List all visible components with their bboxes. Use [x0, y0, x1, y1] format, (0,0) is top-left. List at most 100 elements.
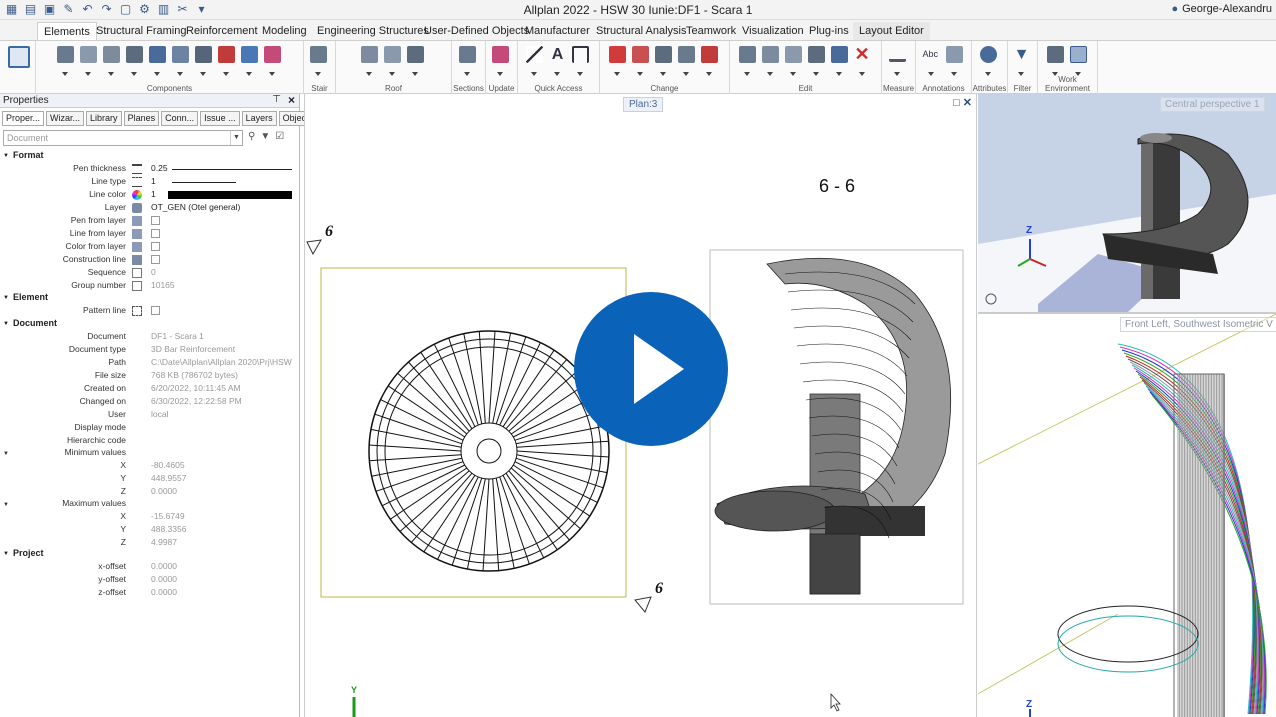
- window-button[interactable]: [217, 46, 237, 76]
- tab-connect[interactable]: Conn...: [161, 111, 199, 126]
- footing-button[interactable]: [125, 46, 145, 76]
- tab-properties[interactable]: Proper...: [2, 111, 45, 126]
- row-min-z: Z 0.0000: [120, 486, 177, 496]
- tab-library[interactable]: Library: [86, 111, 122, 126]
- measure-button[interactable]: [889, 46, 908, 76]
- section-project[interactable]: Project: [3, 548, 44, 558]
- section-element[interactable]: Element: [3, 292, 48, 302]
- pattern-line-checkbox[interactable]: [151, 306, 160, 315]
- tab-modeling[interactable]: Modeling: [256, 22, 313, 40]
- attributes-button[interactable]: [980, 46, 999, 76]
- wall-button[interactable]: [102, 46, 122, 76]
- row-pen-from-layer[interactable]: Pen from layer: [0, 215, 298, 227]
- user-account[interactable]: ● George-Alexandru: [1171, 3, 1272, 15]
- tab-layout-editor[interactable]: Layout Editor: [853, 22, 930, 40]
- work-environment-button[interactable]: [1046, 46, 1066, 76]
- color-layer-icon: [132, 242, 142, 252]
- tab-issue[interactable]: Issue ...: [200, 111, 240, 126]
- column-button[interactable]: [56, 46, 76, 76]
- scale-button[interactable]: [830, 46, 850, 76]
- tab-visualization[interactable]: Visualization: [736, 22, 810, 40]
- properties-palette: Properties ⊤ × Proper... Wizar... Librar…: [0, 93, 318, 717]
- section-mark-bottom: 6: [655, 580, 663, 597]
- polyline-button[interactable]: [678, 46, 697, 76]
- color-from-layer-checkbox[interactable]: [151, 242, 160, 251]
- copy-button[interactable]: [738, 46, 758, 76]
- pen-from-layer-checkbox[interactable]: [151, 216, 160, 225]
- object-selector[interactable]: Document ▼: [3, 130, 243, 146]
- tab-plug-ins[interactable]: Plug-ins: [803, 22, 855, 40]
- checkbox-icon[interactable]: ☑: [275, 131, 284, 142]
- roof-button[interactable]: [361, 46, 380, 76]
- dimension-button[interactable]: [572, 46, 591, 76]
- mirror-button[interactable]: [807, 46, 827, 76]
- update-button[interactable]: [492, 46, 511, 76]
- dormer-button[interactable]: [384, 46, 403, 76]
- row-pattern-line[interactable]: Pattern line: [0, 305, 298, 317]
- tab-layers[interactable]: Layers: [241, 111, 277, 126]
- tab-planes[interactable]: Planes: [123, 111, 160, 126]
- pin-icon[interactable]: ⊤: [272, 94, 281, 105]
- row-color-from-layer[interactable]: Color from layer: [0, 241, 298, 253]
- tab-reinforcement[interactable]: Reinforcement: [180, 22, 264, 40]
- tab-elements[interactable]: Elements: [37, 22, 97, 40]
- beam-button[interactable]: [148, 46, 168, 76]
- row-construction-line[interactable]: Construction line: [0, 254, 298, 266]
- label-button[interactable]: [945, 46, 965, 76]
- modify-component-button[interactable]: [263, 46, 283, 76]
- delete-button[interactable]: ✕: [854, 45, 873, 76]
- modify-points-button[interactable]: [655, 46, 674, 76]
- line-layer-icon: [132, 229, 142, 239]
- tab-wizards[interactable]: Wizar...: [46, 111, 85, 126]
- join-button[interactable]: [701, 46, 720, 76]
- view-cube-button[interactable]: [8, 46, 30, 76]
- slab-button[interactable]: [79, 46, 99, 76]
- rotate-button[interactable]: [784, 46, 804, 76]
- move-button[interactable]: [761, 46, 781, 76]
- viewport-layout-button[interactable]: [1069, 46, 1089, 76]
- row-layer[interactable]: Layer OT_GEN (Otel general): [0, 202, 298, 214]
- view-label-isometric[interactable]: Front Left, Southwest Isometric V: [1120, 317, 1276, 332]
- ribbon-group-quick-access: A Quick Access: [518, 41, 600, 94]
- line-from-layer-checkbox[interactable]: [151, 229, 160, 238]
- spell-check-button[interactable]: Abc: [923, 46, 942, 76]
- row-pen-thickness[interactable]: Pen thickness 0.25: [0, 163, 298, 175]
- filter-button[interactable]: ▼: [1013, 46, 1032, 76]
- isometric-viewport[interactable]: Z Front Left, Southwest Isometric V: [978, 312, 1276, 717]
- section-document[interactable]: Document: [3, 318, 57, 328]
- group-label-update: Update: [488, 84, 515, 93]
- filter-icon[interactable]: ▼: [260, 131, 270, 142]
- ribbon-group-annotations: Abc Annotations: [916, 41, 972, 94]
- opening-button[interactable]: [171, 46, 191, 76]
- row-line-from-layer[interactable]: Line from layer: [0, 228, 298, 240]
- close-icon[interactable]: ×: [288, 93, 295, 107]
- tab-structural-analysis[interactable]: Structural Analysis: [590, 22, 692, 40]
- tab-engineering-structures[interactable]: Engineering Structures: [311, 22, 435, 40]
- grid-button[interactable]: [194, 46, 214, 76]
- row-line-color[interactable]: Line color 1: [0, 189, 298, 201]
- tab-manufacturer[interactable]: Manufacturer: [519, 22, 596, 40]
- section-format[interactable]: Format: [3, 150, 44, 160]
- text-button[interactable]: A: [549, 46, 568, 76]
- row-line-type[interactable]: Line type 1: [0, 176, 298, 188]
- chevron-down-icon[interactable]: ▼: [230, 131, 242, 145]
- row-sequence[interactable]: Sequence 0: [0, 267, 298, 279]
- line-button[interactable]: [526, 46, 545, 76]
- tab-user-defined-objects[interactable]: User-Defined Objects: [418, 22, 535, 40]
- door-button[interactable]: [240, 46, 260, 76]
- stair-button[interactable]: [310, 46, 329, 76]
- window-title: Allplan 2022 - HSW 30 Iunie:DF1 - Scara …: [523, 3, 753, 17]
- tab-structural-framing[interactable]: Structural Framing: [90, 22, 192, 40]
- tab-teamwork[interactable]: Teamwork: [680, 22, 742, 40]
- roof-covering-button[interactable]: [407, 46, 426, 76]
- search-icon[interactable]: ⚲: [248, 131, 255, 142]
- construction-line-checkbox[interactable]: [151, 255, 160, 264]
- eraser-button[interactable]: [609, 46, 628, 76]
- view-label-central-perspective[interactable]: Central perspective 1: [1160, 97, 1265, 112]
- row-group-number[interactable]: Group number 10165: [0, 280, 298, 292]
- split-button[interactable]: [632, 46, 651, 76]
- user-icon: ●: [1171, 3, 1179, 15]
- section-button[interactable]: [459, 46, 478, 76]
- perspective-viewport[interactable]: Z Central perspective 1: [978, 94, 1276, 312]
- video-play-button[interactable]: [574, 292, 728, 446]
